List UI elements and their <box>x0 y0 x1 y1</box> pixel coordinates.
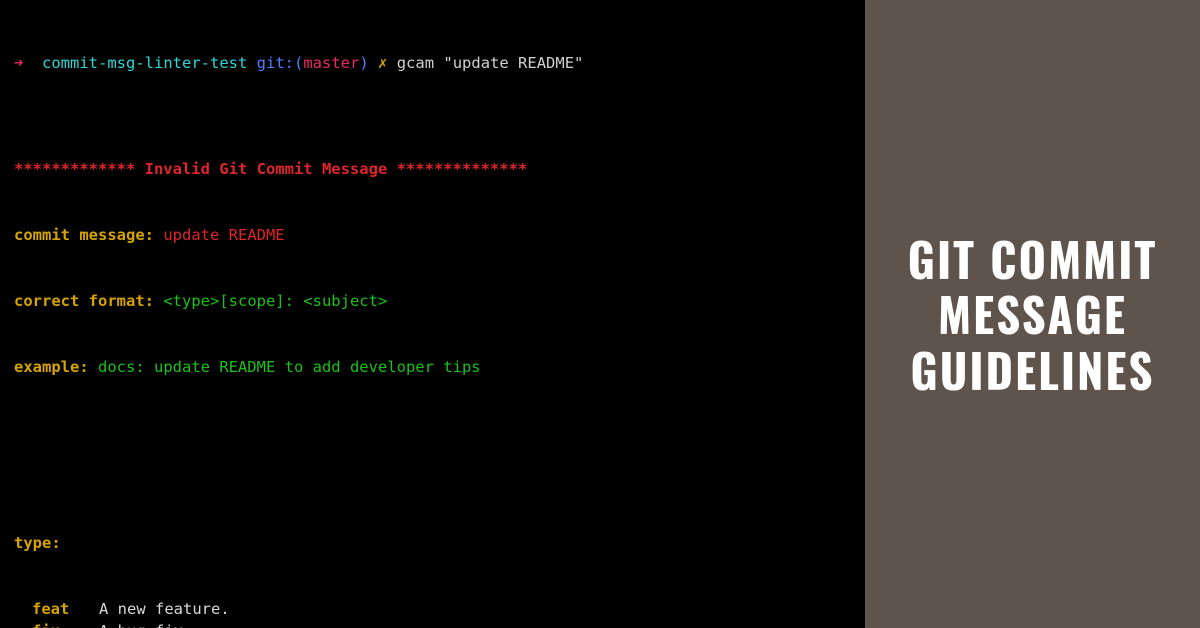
commit-message-line: commit message: update README <box>14 224 851 246</box>
type-desc: A bug fix. <box>99 620 192 628</box>
prompt-dirty-icon: ✗ <box>378 54 387 72</box>
prompt-git-label: git:( <box>257 54 304 72</box>
type-row: fixA bug fix. <box>14 620 851 628</box>
example-label: example: <box>14 358 89 376</box>
prompt-command: gcam "update README" <box>397 54 584 72</box>
shell-prompt: ➜ commit-msg-linter-test git:(master) ✗ … <box>14 52 851 74</box>
type-header: type: <box>14 532 851 554</box>
sidebar-title: GIT COMMIT MESSAGE GUIDELINES <box>889 231 1176 397</box>
correct-format-value: <type>[scope]: <subject> <box>163 292 387 310</box>
prompt-dir: commit-msg-linter-test <box>42 54 247 72</box>
type-name: fix <box>14 620 99 628</box>
prompt-arrow-icon: ➜ <box>14 54 23 72</box>
prompt-git-close: ) <box>359 54 368 72</box>
type-row: featA new feature. <box>14 598 851 620</box>
error-banner: ************* Invalid Git Commit Message… <box>14 158 851 180</box>
prompt-branch: master <box>303 54 359 72</box>
example-line: example: docs: update README to add deve… <box>14 356 851 378</box>
commit-message-value: update README <box>163 226 284 244</box>
type-list: featA new feature.fixA bug fix.docsDocum… <box>14 598 851 628</box>
sidebar-panel: GIT COMMIT MESSAGE GUIDELINES <box>865 0 1200 628</box>
example-value: docs: update README to add developer tip… <box>98 358 481 376</box>
terminal-output: ➜ commit-msg-linter-test git:(master) ✗ … <box>0 0 865 628</box>
type-name: feat <box>14 598 99 620</box>
commit-message-label: commit message: <box>14 226 154 244</box>
type-desc: A new feature. <box>99 598 230 620</box>
correct-format-line: correct format: <type>[scope]: <subject> <box>14 290 851 312</box>
correct-format-label: correct format: <box>14 292 154 310</box>
